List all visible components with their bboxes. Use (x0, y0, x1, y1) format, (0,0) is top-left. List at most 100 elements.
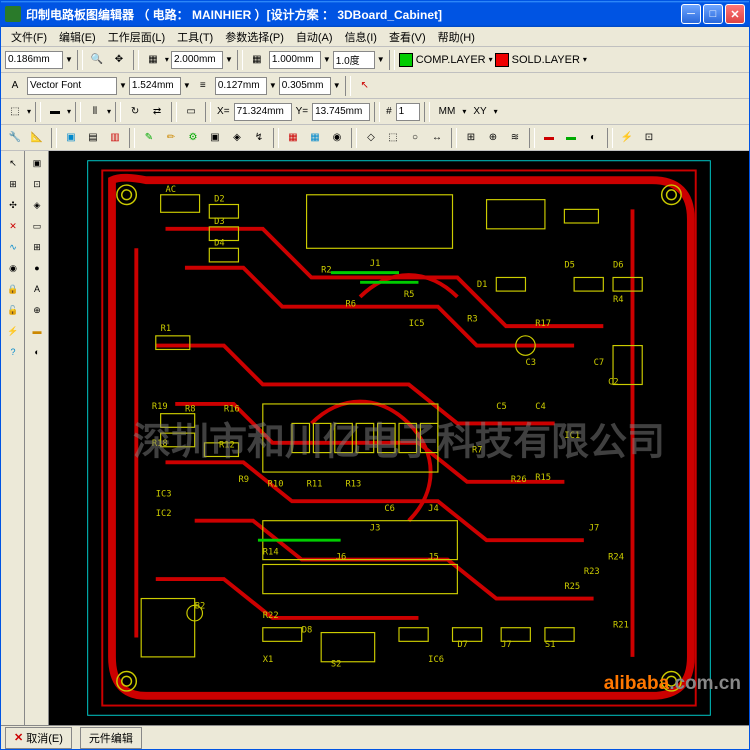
tool-b-icon[interactable]: ▭ (181, 102, 201, 122)
t4-11[interactable]: ↯ (249, 128, 269, 148)
x-label: X= (215, 106, 232, 117)
sb-net[interactable]: ⚡ (3, 321, 23, 341)
sb-info[interactable]: ? (3, 342, 23, 362)
t4-5[interactable]: ▥ (105, 128, 125, 148)
comp-layer-color (399, 53, 413, 67)
text-tool-icon[interactable]: A (5, 76, 25, 96)
menu-file[interactable]: 文件(F) (5, 27, 53, 47)
maximize-button[interactable]: □ (703, 4, 723, 24)
x-coord[interactable] (234, 103, 292, 121)
t4-16[interactable]: ⬚ (383, 128, 403, 148)
sb-lock[interactable]: 🔒 (3, 279, 23, 299)
menu-edit[interactable]: 编辑(E) (53, 27, 102, 47)
menu-info[interactable]: 信息(I) (339, 27, 383, 47)
t4-17[interactable]: ○ (405, 128, 425, 148)
svg-text:J5: J5 (428, 553, 439, 563)
t4-12[interactable]: ▦ (283, 128, 303, 148)
menu-auto[interactable]: 自动(A) (290, 27, 339, 47)
fontsize3-input[interactable] (279, 77, 331, 95)
mirror-icon[interactable]: ⇄ (147, 102, 167, 122)
sb2-10[interactable]: ◐ (27, 342, 47, 362)
rotate-icon[interactable]: ↻ (125, 102, 145, 122)
cursor-icon[interactable]: ↖ (355, 76, 375, 96)
sb2-4[interactable]: ▭ (27, 216, 47, 236)
menu-params[interactable]: 参数选择(P) (219, 27, 290, 47)
svg-text:R18: R18 (152, 439, 168, 449)
app-icon (5, 6, 21, 22)
xy-toggle[interactable]: XY (468, 102, 491, 122)
comp-layer-select[interactable]: COMP.LAYER ▾ (399, 53, 493, 67)
pcb-canvas[interactable]: ACD2D3D4R2J1D1R5D5D6R4R6R1R3R17C3C7C2R19… (49, 151, 749, 725)
thickness-icon[interactable]: ≡ (193, 76, 213, 96)
tool-a-icon[interactable]: ⬚ (5, 102, 25, 122)
sb2-9[interactable]: ▬ (27, 321, 47, 341)
sb2-3[interactable]: ◈ (27, 195, 47, 215)
sold-layer-select[interactable]: SOLD.LAYER ▾ (495, 53, 587, 67)
t4-1[interactable]: 🔧 (5, 128, 25, 148)
sb-unlock[interactable]: 🔓 (3, 300, 23, 320)
angle-input[interactable] (333, 51, 375, 69)
sb2-1[interactable]: ▣ (27, 153, 47, 173)
menu-tools[interactable]: 工具(T) (171, 27, 219, 47)
font-input[interactable] (27, 77, 117, 95)
t4-23[interactable]: ▬ (561, 128, 581, 148)
close-button[interactable]: ✕ (725, 4, 745, 24)
t4-8[interactable]: ⚙ (183, 128, 203, 148)
sb-delete[interactable]: ✕ (3, 216, 23, 236)
t4-20[interactable]: ⊕ (483, 128, 503, 148)
t4-24[interactable]: ◐ (583, 128, 603, 148)
sb2-5[interactable]: ⊞ (27, 237, 47, 257)
t4-19[interactable]: ⊞ (461, 128, 481, 148)
svg-text:J4: J4 (428, 504, 439, 514)
sb-via[interactable]: ◉ (3, 258, 23, 278)
toolbar-2: A ▼ ▼ ≡ ▼ ▼ ↖ (1, 73, 749, 99)
component-edit-button[interactable]: 元件编辑 (80, 727, 142, 749)
t4-2[interactable]: 📐 (27, 128, 47, 148)
svg-text:R15: R15 (535, 473, 551, 483)
t4-10[interactable]: ◈ (227, 128, 247, 148)
sb2-7[interactable]: A (27, 279, 47, 299)
sb2-2[interactable]: ⊡ (27, 174, 47, 194)
menu-layers[interactable]: 工作层面(L) (102, 27, 171, 47)
pan-icon[interactable]: ✥ (109, 50, 129, 70)
y-coord[interactable] (312, 103, 370, 121)
cancel-button[interactable]: ✕ 取消(E) (5, 727, 72, 749)
grid2-icon[interactable]: ▦ (247, 50, 267, 70)
distribute-icon[interactable]: ⫴ (85, 102, 105, 122)
minimize-button[interactable]: ─ (681, 4, 701, 24)
menu-help[interactable]: 帮助(H) (432, 27, 481, 47)
svg-text:R14: R14 (263, 548, 279, 558)
t4-14[interactable]: ◉ (327, 128, 347, 148)
num-input[interactable] (396, 103, 420, 121)
t4-26[interactable]: ⊡ (639, 128, 659, 148)
sidebar-left-2: ▣ ⊡ ◈ ▭ ⊞ ● A ⊕ ▬ ◐ (25, 151, 49, 725)
sb2-8[interactable]: ⊕ (27, 300, 47, 320)
t4-22[interactable]: ▬ (539, 128, 559, 148)
trace-width-input[interactable] (5, 51, 63, 69)
t4-6[interactable]: ✎ (139, 128, 159, 148)
sb-move[interactable]: ✣ (3, 195, 23, 215)
t4-7[interactable]: ✏ (161, 128, 181, 148)
sb-route[interactable]: ∿ (3, 237, 23, 257)
t4-4[interactable]: ▤ (83, 128, 103, 148)
fontsize2-input[interactable] (215, 77, 267, 95)
menu-view[interactable]: 查看(V) (383, 27, 432, 47)
sb2-6[interactable]: ● (27, 258, 47, 278)
align-icon[interactable]: ▬ (45, 102, 65, 122)
t4-18[interactable]: ↔ (427, 128, 447, 148)
sb-component[interactable]: ⊞ (3, 174, 23, 194)
t4-21[interactable]: ≋ (505, 128, 525, 148)
fontsize1-input[interactable] (129, 77, 181, 95)
grid2-input[interactable] (269, 51, 321, 69)
svg-text:R5: R5 (404, 290, 415, 300)
zoom-icon[interactable]: 🔍 (87, 50, 107, 70)
grid1-input[interactable] (171, 51, 223, 69)
sb-select[interactable]: ↖ (3, 153, 23, 173)
t4-25[interactable]: ⚡ (617, 128, 637, 148)
unit-toggle[interactable]: MM (434, 102, 461, 122)
t4-9[interactable]: ▣ (205, 128, 225, 148)
t4-15[interactable]: ◇ (361, 128, 381, 148)
t4-13[interactable]: ▦ (305, 128, 325, 148)
grid-icon[interactable]: ▦ (143, 50, 163, 70)
t4-3[interactable]: ▣ (61, 128, 81, 148)
